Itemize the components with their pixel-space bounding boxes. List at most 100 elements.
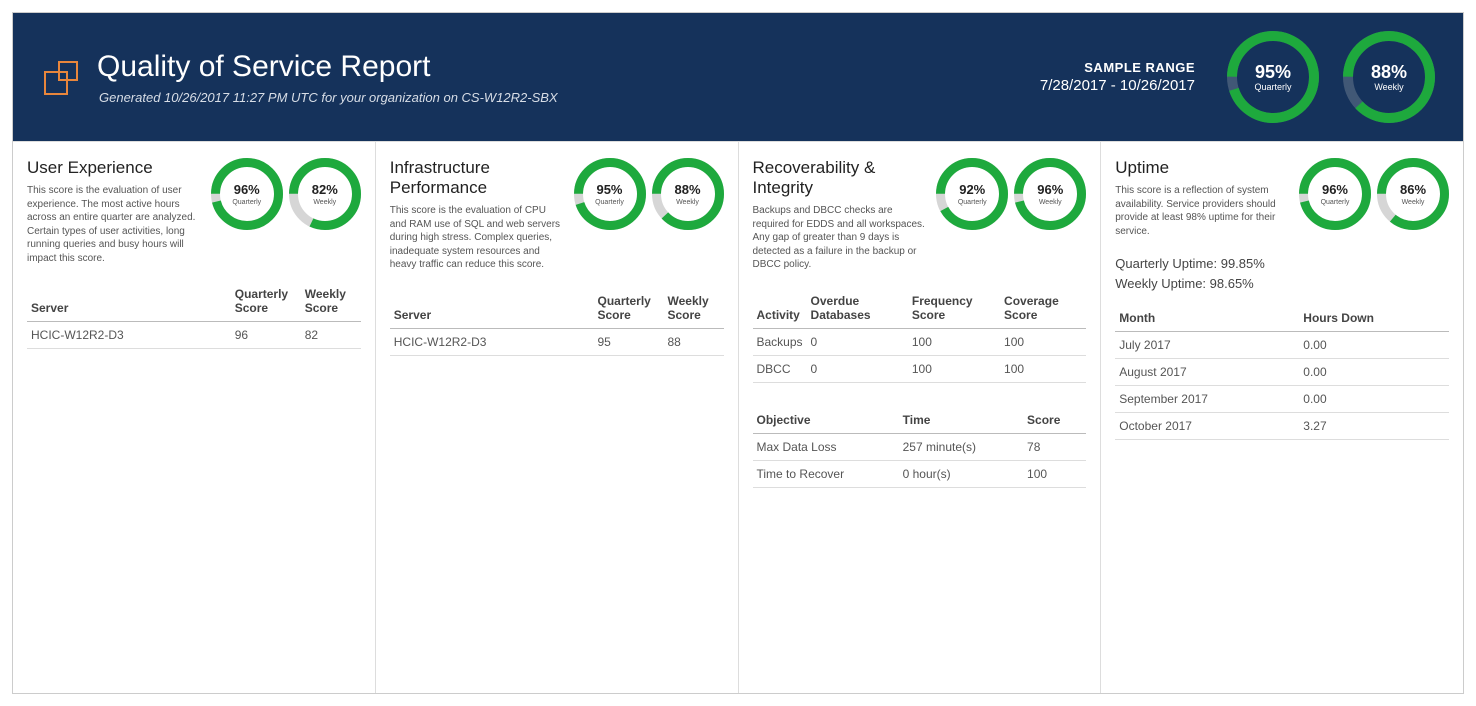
col-time: Time <box>899 407 1023 434</box>
cell-score: 100 <box>1023 460 1086 487</box>
donut-label: 95% Quarterly <box>595 182 624 206</box>
cell-qscore: 96 <box>231 322 301 349</box>
donut-period: Weekly <box>1037 199 1063 206</box>
donut-label: 88% Weekly <box>1371 63 1407 92</box>
recov-objective-table: Objective Time Score Max Data Loss 257 m… <box>753 407 1087 488</box>
infra-weekly-donut: 88% Weekly <box>652 158 724 230</box>
col-qscore: Quarterly Score <box>231 281 301 322</box>
col-overdue: Overdue Databases <box>807 288 908 329</box>
panel-title: Infrastructure Performance <box>390 158 564 198</box>
uptime-weekly-donut: 86% Weekly <box>1377 158 1449 230</box>
report-title: Quality of Service Report <box>97 50 558 84</box>
panel-donuts: 96% Quarterly 82% Weekly <box>211 158 361 230</box>
donut-pct: 86% <box>1400 182 1426 197</box>
logo-icon <box>41 58 83 100</box>
panel-desc: Backups and DBCC checks are required for… <box>753 204 927 272</box>
col-cov: Coverage Score <box>1000 288 1086 329</box>
cell-hours: 0.00 <box>1299 386 1449 413</box>
col-score: Score <box>1023 407 1086 434</box>
panel-title: Recoverability & Integrity <box>753 158 927 198</box>
cell-freq: 100 <box>908 355 1000 382</box>
col-hours-down: Hours Down <box>1299 305 1449 332</box>
panel-head: User Experience This score is the evalua… <box>27 158 361 265</box>
qos-report: Quality of Service Report Generated 10/2… <box>12 12 1464 694</box>
panel-donuts: 95% Quarterly 88% Weekly <box>574 158 724 230</box>
table-row: July 2017 0.00 <box>1115 332 1449 359</box>
header-left: Quality of Service Report Generated 10/2… <box>41 50 558 105</box>
ux-table: Server Quarterly Score Weekly Score HCIC… <box>27 281 361 349</box>
cell-month: August 2017 <box>1115 359 1299 386</box>
col-freq: Frequency Score <box>908 288 1000 329</box>
cell-server: HCIC-W12R2-D3 <box>27 322 231 349</box>
sample-range-value: 7/28/2017 - 10/26/2017 <box>1040 77 1195 94</box>
cell-wscore: 88 <box>664 328 724 355</box>
col-activity: Activity <box>753 288 807 329</box>
cell-hours: 0.00 <box>1299 359 1449 386</box>
panel-head-text: Infrastructure Performance This score is… <box>390 158 564 272</box>
panel-title: User Experience <box>27 158 201 178</box>
panel-head-text: User Experience This score is the evalua… <box>27 158 201 265</box>
table-row: DBCC 0 100 100 <box>753 355 1087 382</box>
uptime-table: Month Hours Down July 2017 0.00 August 2… <box>1115 305 1449 440</box>
donut-pct: 88% <box>1371 62 1407 82</box>
table-row: HCIC-W12R2-D3 96 82 <box>27 322 361 349</box>
donut-pct: 96% <box>1037 182 1063 197</box>
donut-label: 82% Weekly <box>312 182 338 206</box>
panels-row: User Experience This score is the evalua… <box>13 141 1463 693</box>
table-row: August 2017 0.00 <box>1115 359 1449 386</box>
cell-time: 257 minute(s) <box>899 433 1023 460</box>
cell-wscore: 82 <box>301 322 361 349</box>
cell-month: October 2017 <box>1115 413 1299 440</box>
donut-period: Weekly <box>1400 199 1426 206</box>
panel-head: Infrastructure Performance This score is… <box>390 158 724 272</box>
donut-pct: 88% <box>674 182 700 197</box>
donut-period: Weekly <box>674 199 700 206</box>
cell-hours: 0.00 <box>1299 332 1449 359</box>
panel-donuts: 92% Quarterly 96% Weekly <box>936 158 1086 230</box>
cell-freq: 100 <box>908 328 1000 355</box>
panel-user-experience: User Experience This score is the evalua… <box>13 142 376 693</box>
overall-weekly-donut: 88% Weekly <box>1343 31 1435 123</box>
weekly-uptime: Weekly Uptime: 98.65% <box>1115 274 1449 294</box>
col-wscore: Weekly Score <box>664 288 724 329</box>
panel-desc: This score is a reflection of system ava… <box>1115 184 1289 238</box>
header-right: SAMPLE RANGE 7/28/2017 - 10/26/2017 95% … <box>1040 31 1435 123</box>
cell-time: 0 hour(s) <box>899 460 1023 487</box>
report-subtitle: Generated 10/26/2017 11:27 PM UTC for yo… <box>99 90 558 105</box>
cell-month: July 2017 <box>1115 332 1299 359</box>
panel-head: Uptime This score is a reflection of sys… <box>1115 158 1449 238</box>
cell-activity: DBCC <box>753 355 807 382</box>
cell-objective: Time to Recover <box>753 460 899 487</box>
col-server: Server <box>27 281 231 322</box>
panel-infrastructure: Infrastructure Performance This score is… <box>376 142 739 693</box>
table-row: September 2017 0.00 <box>1115 386 1449 413</box>
cell-cov: 100 <box>1000 328 1086 355</box>
col-month: Month <box>1115 305 1299 332</box>
panel-title: Uptime <box>1115 158 1289 178</box>
table-row: Max Data Loss 257 minute(s) 78 <box>753 433 1087 460</box>
donut-label: 92% Quarterly <box>958 182 987 206</box>
cell-cov: 100 <box>1000 355 1086 382</box>
cell-server: HCIC-W12R2-D3 <box>390 328 594 355</box>
panel-desc: This score is the evaluation of user exp… <box>27 184 201 265</box>
table-row: HCIC-W12R2-D3 95 88 <box>390 328 724 355</box>
quarterly-uptime: Quarterly Uptime: 99.85% <box>1115 254 1449 274</box>
donut-period: Quarterly <box>595 199 624 206</box>
donut-label: 95% Quarterly <box>1254 63 1291 92</box>
ux-quarterly-donut: 96% Quarterly <box>211 158 283 230</box>
donut-pct: 96% <box>234 182 260 197</box>
donut-pct: 95% <box>1255 62 1291 82</box>
donut-period: Quarterly <box>958 199 987 206</box>
donut-label: 86% Weekly <box>1400 182 1426 206</box>
panel-desc: This score is the evaluation of CPU and … <box>390 204 564 272</box>
sample-range: SAMPLE RANGE 7/28/2017 - 10/26/2017 <box>1040 60 1195 94</box>
donut-label: 96% Quarterly <box>232 182 261 206</box>
donut-label: 96% Quarterly <box>1321 182 1350 206</box>
cell-qscore: 95 <box>594 328 664 355</box>
infra-table: Server Quarterly Score Weekly Score HCIC… <box>390 288 724 356</box>
report-header: Quality of Service Report Generated 10/2… <box>13 13 1463 141</box>
infra-quarterly-donut: 95% Quarterly <box>574 158 646 230</box>
panel-head-text: Recoverability & Integrity Backups and D… <box>753 158 927 272</box>
donut-pct: 82% <box>312 182 338 197</box>
donut-period: Quarterly <box>1321 199 1350 206</box>
